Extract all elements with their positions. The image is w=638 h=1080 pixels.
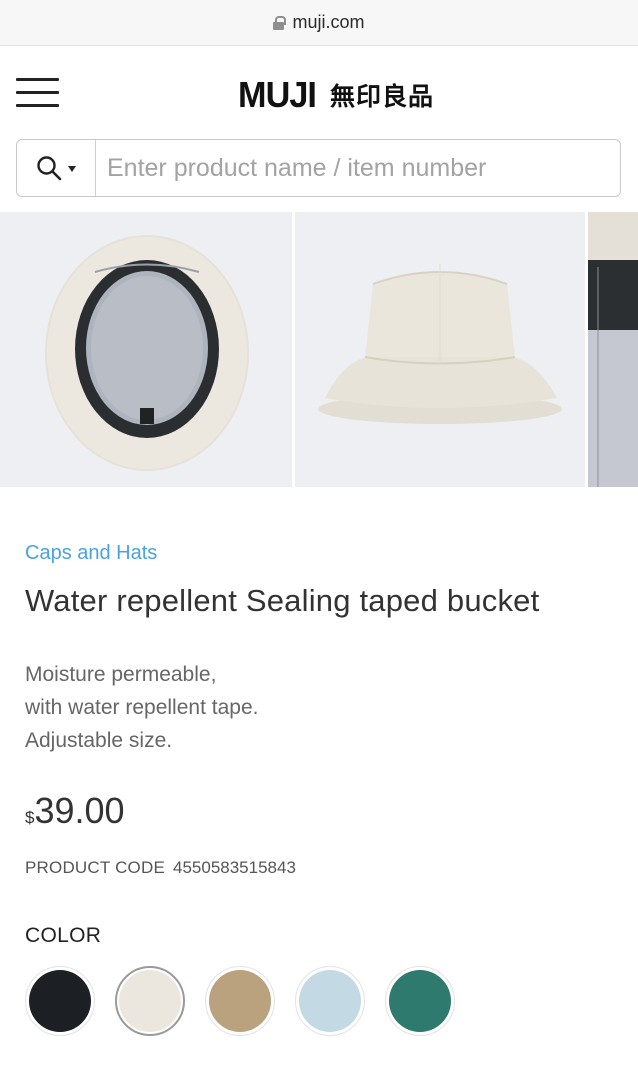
color-swatch-fill: [29, 970, 91, 1032]
color-swatch-fill: [119, 970, 181, 1032]
color-swatch-fill: [299, 970, 361, 1032]
breadcrumb-category-link[interactable]: Caps and Hats: [25, 542, 157, 565]
lock-icon: [273, 15, 287, 30]
color-swatch-3[interactable]: [205, 966, 275, 1036]
product-price: $39.00: [25, 790, 125, 832]
product-image-carousel[interactable]: [0, 212, 638, 487]
price-amount: 39.00: [34, 790, 125, 831]
product-image-detail[interactable]: [588, 212, 638, 487]
product-title: Water repellent Sealing taped bucket: [25, 583, 540, 618]
search-input[interactable]: [96, 140, 620, 196]
product-code-label: PRODUCT CODE: [25, 858, 165, 877]
description-line: Moisture permeable,: [25, 663, 217, 686]
logo-latin: MUJI: [238, 74, 317, 115]
product-code-value: 4550583515843: [173, 858, 296, 877]
color-swatch-fill: [209, 970, 271, 1032]
search-scope-button[interactable]: [17, 140, 96, 196]
muji-logo[interactable]: MUJI 無印良品: [236, 74, 435, 115]
color-label: COLOR: [25, 924, 102, 947]
color-swatch-list: [25, 966, 455, 1036]
site-header: MUJI 無印良品: [0, 47, 638, 139]
color-swatch-5[interactable]: [385, 966, 455, 1036]
description-line: Adjustable size.: [25, 729, 173, 752]
search-icon: [37, 156, 62, 181]
logo-kanji: 無印良品: [330, 82, 435, 111]
color-swatch-2[interactable]: [115, 966, 185, 1036]
chevron-down-icon: [68, 166, 76, 172]
product-image-side-view[interactable]: [295, 212, 585, 487]
color-swatch-1[interactable]: [25, 966, 95, 1036]
url-text[interactable]: muji.com: [292, 12, 364, 33]
product-code: PRODUCT CODE 4550583515843: [25, 858, 296, 878]
search-bar: [16, 139, 621, 197]
product-image-top-view[interactable]: [0, 212, 292, 487]
product-description: Moisture permeable, with water repellent…: [25, 658, 258, 757]
browser-url-bar[interactable]: muji.com: [0, 0, 638, 46]
description-line: with water repellent tape.: [25, 696, 259, 719]
hamburger-icon[interactable]: [16, 78, 59, 108]
color-swatch-4[interactable]: [295, 966, 365, 1036]
color-swatch-fill: [389, 970, 451, 1032]
